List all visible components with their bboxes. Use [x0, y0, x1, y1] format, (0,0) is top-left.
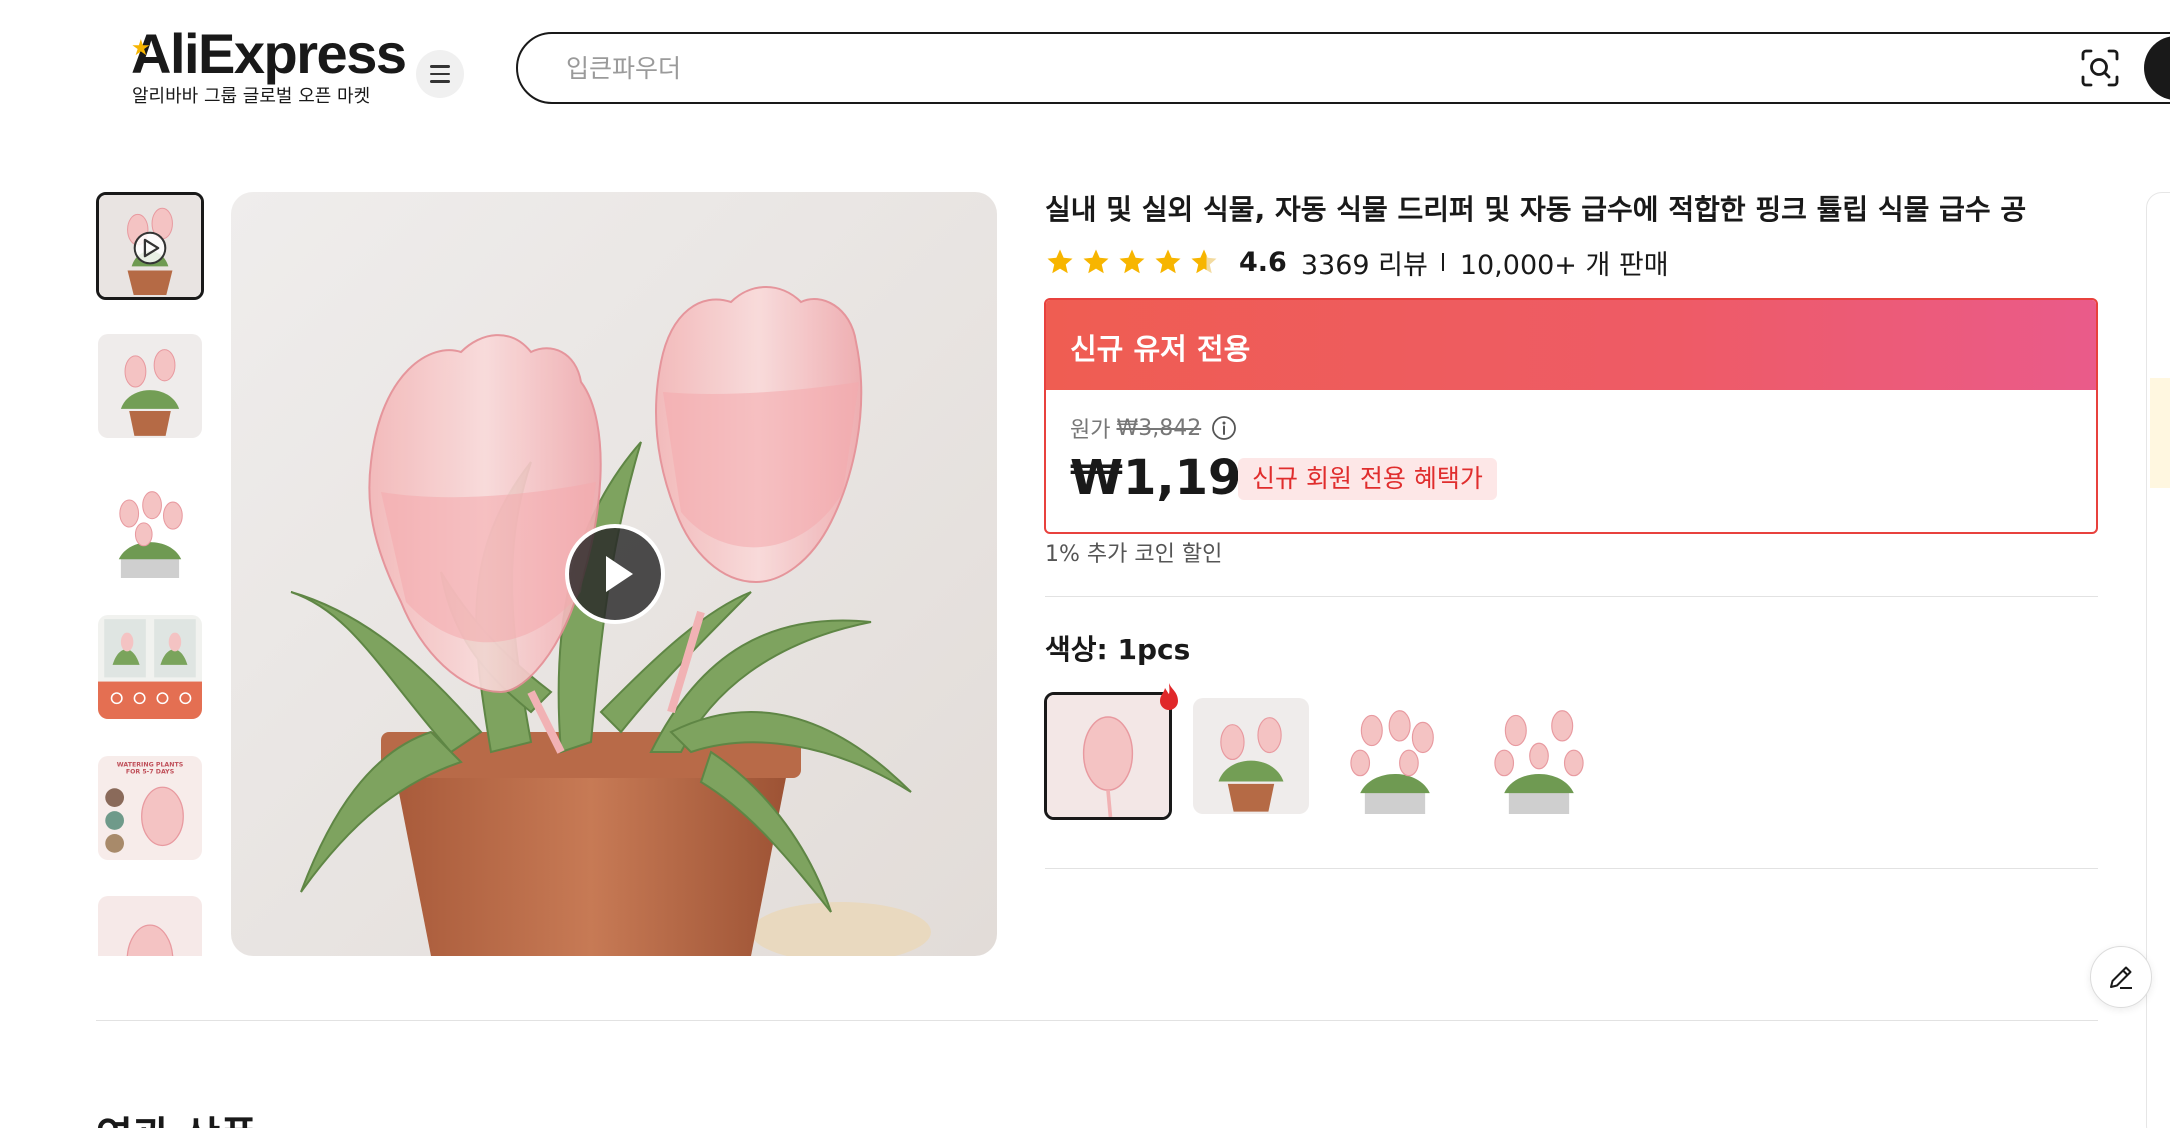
star-icon [1119, 249, 1145, 274]
color-label: 색상: 1pcs [1045, 633, 1191, 666]
coin-discount: 1% 추가 코인 할인 [1045, 542, 1223, 567]
swatch-image [1193, 698, 1309, 814]
divider [1045, 868, 2098, 869]
original-price-label: 원가 [1070, 418, 1111, 443]
product-title: 실내 및 실외 식물, 자동 식물 드리퍼 및 자동 급수에 적합한 핑크 튤립… [1045, 193, 2027, 226]
image-search-icon[interactable] [2080, 48, 2120, 88]
thumbnail-image: WATERING PLANTS FOR 5-7 DAYS [98, 756, 202, 860]
side-panel-accent [2150, 378, 2170, 488]
main-product-image[interactable] [231, 192, 997, 956]
logo-star-icon: ★ [131, 36, 151, 61]
star-icon [1047, 249, 1073, 274]
swatch-1pcs[interactable] [1044, 692, 1172, 820]
rating-value: 4.6 [1239, 246, 1287, 278]
original-price-row: 원가 ₩3,842 [1070, 412, 1237, 444]
star-rating[interactable] [1045, 247, 1219, 277]
thumbnail[interactable]: WATERING PLANTS FOR 5-7 DAYS [98, 756, 202, 860]
thumbnail[interactable] [98, 474, 202, 578]
info-icon[interactable] [1211, 415, 1237, 441]
thumbnail-image [98, 615, 202, 719]
swatch-2pcs[interactable] [1193, 698, 1309, 814]
thumbnail-image [98, 334, 202, 438]
thumbnail-caption: FOR 5-7 DAYS [126, 769, 175, 776]
sold-count: 10,000+ 개 판매 [1459, 249, 1669, 281]
swatch-image [1481, 698, 1597, 814]
hot-flame-icon [1160, 683, 1178, 710]
promo-title: 신규 유저 전용 [1046, 300, 2096, 390]
hamburger-menu-icon[interactable] [416, 50, 464, 98]
divider [1045, 596, 2098, 597]
logo-subtitle: 알리바바 그룹 글로벌 오픈 마켓 [132, 86, 371, 107]
logo-text: AliExpress [131, 22, 407, 85]
divider [1441, 253, 1444, 271]
thumbnail[interactable] [98, 334, 202, 438]
menu-line [430, 80, 450, 83]
pencil-icon [2110, 966, 2132, 989]
swatch-3pcs[interactable] [1337, 698, 1453, 814]
original-price: ₩3,842 [1116, 415, 1202, 441]
divider [96, 1020, 2098, 1021]
edit-pencil-icon[interactable] [2090, 946, 2152, 1008]
thumbnail-image [98, 896, 202, 956]
related-products-title: 연관 상품 [96, 1104, 257, 1128]
swatch-image [1047, 695, 1169, 817]
star-icon [1083, 249, 1109, 274]
search-input[interactable] [566, 48, 2026, 88]
thumbnail-image [98, 474, 202, 578]
review-count-link[interactable]: 3369 리뷰 [1301, 243, 1428, 282]
half-star-icon [1191, 249, 1217, 274]
play-icon [606, 556, 633, 592]
thumbnail[interactable] [98, 896, 202, 956]
aliexpress-logo[interactable]: AliExpress ★ 알리바바 그룹 글로벌 오픈 마켓 [131, 22, 407, 107]
swatch-4pcs[interactable] [1481, 698, 1597, 814]
menu-line [430, 72, 450, 76]
rating-row: 4.6 3369 리뷰 10,000+ 개 판매 [1045, 242, 1669, 282]
play-button[interactable] [565, 524, 665, 624]
thumbnail[interactable] [98, 615, 202, 719]
thumbnail-image [99, 195, 201, 297]
menu-line [430, 65, 450, 68]
new-user-promo-box: 신규 유저 전용 원가 ₩3,842 ₩1,192 신규 회원 전용 혜택가 [1044, 298, 2098, 534]
search-bar [516, 32, 2170, 104]
star-icon [1155, 249, 1181, 274]
price-badge: 신규 회원 전용 혜택가 [1238, 458, 1497, 500]
thumbnail-video[interactable] [96, 192, 204, 300]
thumbnail-caption: WATERING PLANTS [117, 761, 184, 768]
thumbnail-list: WATERING PLANTS FOR 5-7 DAYS [96, 192, 208, 956]
swatch-image [1337, 698, 1453, 814]
